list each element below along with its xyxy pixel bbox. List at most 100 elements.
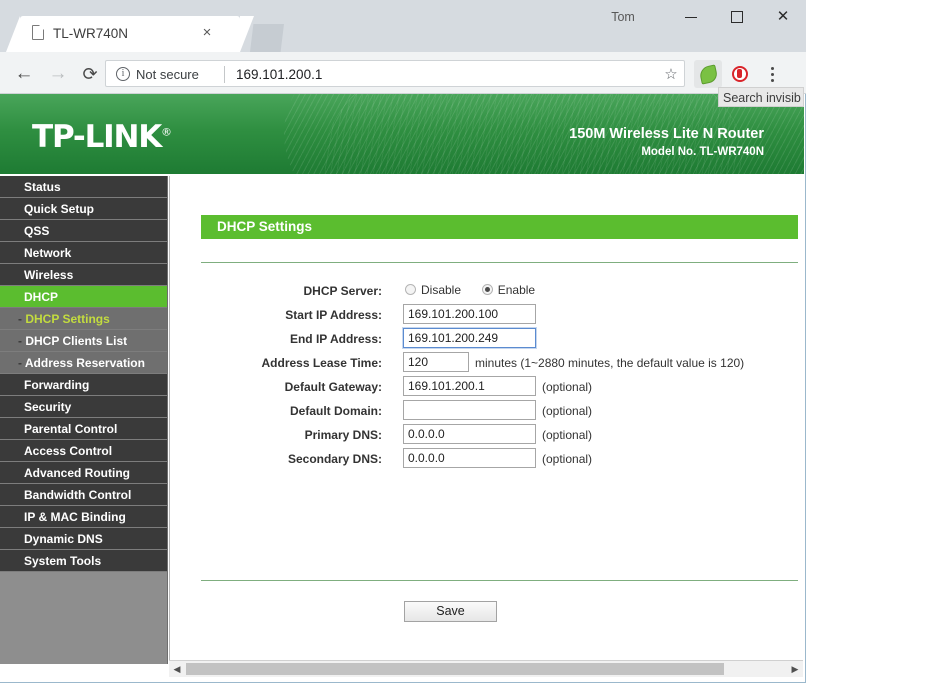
sidebar-item-label: Bandwidth Control [24,488,131,502]
scrollbar-thumb[interactable] [186,663,724,675]
secondary-dns-input[interactable] [403,448,536,468]
sidebar-item-network[interactable]: Network [0,242,167,264]
browser-toolbar: ← → ⟳ i Not secure 169.101.200.1 ☆ [0,52,806,94]
label-gateway: Default Gateway: [230,378,382,396]
close-icon[interactable]: × [198,24,216,42]
tab-title: TL-WR740N [53,25,193,43]
sidebar-item-label: Quick Setup [24,202,94,216]
dhcp-server-radio-group: Disable Enable [405,281,535,299]
form-row-domain: Default Domain: (optional) [170,400,803,424]
sidebar-item-dhcp-settings[interactable]: - DHCP Settings [0,308,167,330]
browser-tab[interactable]: TL-WR740N × [20,16,240,52]
reload-button[interactable]: ⟳ [76,60,104,88]
sidebar-item-dhcp-clients-list[interactable]: - DHCP Clients List [0,330,167,352]
label-domain: Default Domain: [230,402,382,420]
router-sidebar: StatusQuick SetupQSSNetworkWirelessDHCP-… [0,176,168,664]
start-ip-input[interactable] [403,304,536,324]
gateway-input[interactable] [403,376,536,396]
bookmark-star-icon[interactable]: ☆ [662,66,680,84]
sidebar-item-qss[interactable]: QSS [0,220,167,242]
sidebar-item-forwarding[interactable]: Forwarding [0,374,167,396]
sidebar-item-label: System Tools [24,554,101,568]
page-icon [32,25,44,40]
back-button[interactable]: ← [10,60,38,88]
address-bar[interactable]: i Not secure 169.101.200.1 ☆ [105,60,685,87]
browser-window: TL-WR740N × Tom ✕ ← → ⟳ i Not secure 169… [0,0,806,683]
label-lease-time: Address Lease Time: [230,354,382,372]
logo-text: TP-LINK [32,119,161,155]
browser-menu-icon[interactable] [758,60,786,88]
info-icon[interactable]: i [116,67,130,81]
scroll-right-arrow-icon[interactable]: ▶ [787,661,803,677]
label-start-ip: Start IP Address: [230,306,382,324]
tplink-logo: TP-LINK® [32,119,171,155]
close-window-icon: ✕ [760,2,806,32]
security-status-text: Not secure [136,65,199,84]
form-row-end-ip: End IP Address: [170,328,803,352]
radio-enable-dot [482,284,493,295]
sidebar-item-status[interactable]: Status [0,176,167,198]
extension-tooltip: Search invisib [718,87,804,107]
form-row-gateway: Default Gateway: (optional) [170,376,803,400]
sidebar-item-access-control[interactable]: Access Control [0,440,167,462]
router-banner: TP-LINK® 150M Wireless Lite N Router Mod… [0,94,804,174]
sidebar-item-system-tools[interactable]: System Tools [0,550,167,572]
lease-time-input[interactable] [403,352,469,372]
maximize-button[interactable] [714,2,760,32]
sidebar-item-advanced-routing[interactable]: Advanced Routing [0,462,167,484]
page-viewport: TP-LINK® 150M Wireless Lite N Router Mod… [0,94,804,682]
form-row-lease-time: Address Lease Time: minutes (1~2880 minu… [170,352,803,376]
sidebar-item-address-reservation[interactable]: - Address Reservation [0,352,167,374]
scroll-left-arrow-icon[interactable]: ◀ [169,661,185,677]
sidebar-item-label: Status [24,180,61,194]
horizontal-scrollbar[interactable]: ◀ ▶ [169,660,803,677]
sidebar-item-dynamic-dns[interactable]: Dynamic DNS [0,528,167,550]
radio-disable[interactable]: Disable [405,283,461,297]
radio-enable[interactable]: Enable [482,283,535,297]
primary-dns-hint: (optional) [542,426,592,444]
sidebar-item-label: Dynamic DNS [24,532,103,546]
sidebar-item-quick-setup[interactable]: Quick Setup [0,198,167,220]
sidebar-item-label: Address Reservation [25,356,145,370]
divider-top [201,262,798,263]
sidebar-item-label: IP & MAC Binding [24,510,126,524]
url-text[interactable]: 169.101.200.1 [236,65,322,84]
sidebar-item-ip-mac-binding[interactable]: IP & MAC Binding [0,506,167,528]
sidebar-item-label: Parental Control [24,422,117,436]
adblock-extension-icon[interactable] [726,60,754,88]
form-row-start-ip: Start IP Address: [170,304,803,328]
sidebar-item-security[interactable]: Security [0,396,167,418]
sidebar-item-label: Forwarding [24,378,89,392]
form-row-dns1: Primary DNS: (optional) [170,424,803,448]
sidebar-item-parental-control[interactable]: Parental Control [0,418,167,440]
save-button[interactable]: Save [404,601,497,622]
sidebar-item-bandwidth-control[interactable]: Bandwidth Control [0,484,167,506]
sidebar-item-label: DHCP Settings [25,312,109,326]
registered-mark: ® [161,126,171,139]
tab-strip: TL-WR740N × Tom ✕ [0,0,806,52]
sidebar-item-label: QSS [24,224,49,238]
sidebar-item-label: Security [24,400,71,414]
divider-bottom [201,580,798,581]
profile-name[interactable]: Tom [598,8,648,26]
primary-dns-input[interactable] [403,424,536,444]
lease-time-hint: minutes (1~2880 minutes, the default val… [475,354,744,372]
form-row-dhcp-server: DHCP Server: Disable Enable [170,280,803,304]
sidebar-item-label: DHCP Clients List [25,334,127,348]
new-tab-button[interactable] [250,24,284,52]
close-window-button[interactable]: ✕ [760,2,806,32]
gateway-hint: (optional) [542,378,592,396]
sidebar-item-wireless[interactable]: Wireless [0,264,167,286]
router-content: DHCP Settings DHCP Server: Disable Enabl… [169,176,803,664]
label-end-ip: End IP Address: [230,330,382,348]
sidebar-item-dhcp[interactable]: DHCP [0,286,167,308]
minimize-button[interactable] [668,2,714,32]
leaf-extension-icon[interactable] [694,60,722,88]
forward-button[interactable]: → [44,60,72,88]
radio-disable-dot [405,284,416,295]
sidebar-item-label: Access Control [24,444,112,458]
domain-input[interactable] [403,400,536,420]
label-primary-dns: Primary DNS: [230,426,382,444]
end-ip-input[interactable] [403,328,536,348]
radio-enable-label: Enable [498,283,535,297]
